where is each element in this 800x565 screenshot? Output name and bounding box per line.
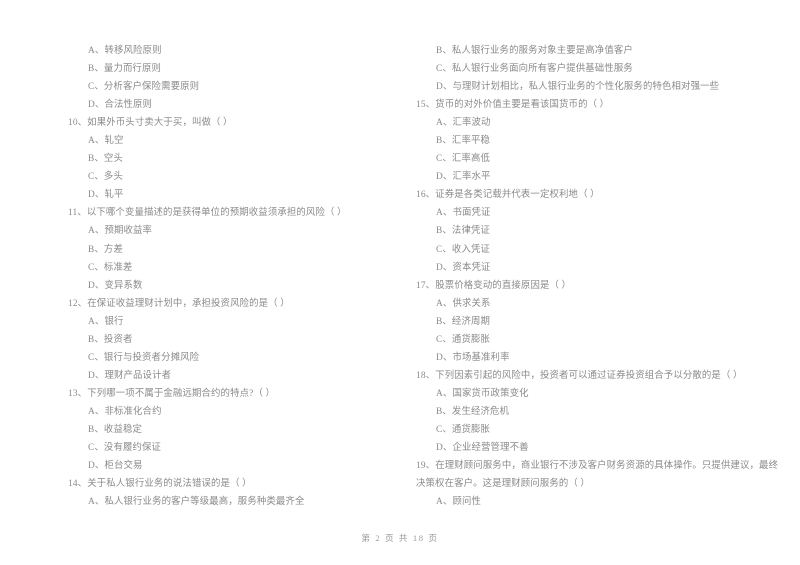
question-stem: 14、关于私人银行业务的说法错误的是（ ） bbox=[68, 479, 252, 490]
answer-option: A、私人银行业务的客户等级最高，服务种类最齐全 bbox=[88, 497, 305, 508]
answer-option: A、国家货币政策变化 bbox=[436, 388, 529, 399]
answer-option: B、投资者 bbox=[88, 334, 133, 345]
answer-option: D、轧平 bbox=[88, 190, 124, 201]
answer-option: B、经济周期 bbox=[436, 316, 491, 327]
question-stem: 16、证券是各类记载并代表一定权利地（ ） bbox=[416, 190, 600, 201]
answer-option: B、空头 bbox=[88, 154, 123, 165]
answer-option: D、柜台交易 bbox=[88, 461, 143, 472]
answer-option: D、变异系数 bbox=[88, 280, 143, 291]
answer-option: D、企业经营管理不善 bbox=[436, 443, 529, 454]
answer-option: C、银行与投资者分摊风险 bbox=[88, 352, 200, 363]
question-stem: 17、股票价格变动的直接原因是（ ） bbox=[416, 280, 572, 291]
answer-option: C、分析客户保险需要原则 bbox=[88, 82, 200, 93]
answer-option: D、资本凭证 bbox=[436, 262, 491, 273]
answer-option: A、预期收益率 bbox=[88, 226, 153, 237]
answer-option: C、汇率高低 bbox=[436, 154, 491, 165]
answer-option: B、收益稳定 bbox=[88, 424, 143, 435]
two-column-body: A、转移风险原则 B、量力而行原则 C、分析客户保险需要原则 D、合法性原则 10、如果… bbox=[0, 42, 800, 522]
answer-option: D、汇率水平 bbox=[436, 172, 491, 183]
answer-option: D、理财产品设计者 bbox=[88, 370, 172, 381]
answer-option: A、汇率波动 bbox=[436, 118, 491, 129]
answer-option: A、轧空 bbox=[88, 136, 124, 147]
answer-option: B、量力而行原则 bbox=[88, 64, 162, 75]
answer-option: D、合法性原则 bbox=[88, 100, 153, 111]
question-stem: 13、下列哪一项不属于金融远期合约的特点?（ ） bbox=[68, 388, 275, 399]
question-stem: 10、如果外币头寸卖大于买，叫做（ ） bbox=[68, 118, 233, 129]
answer-option: A、顾问性 bbox=[436, 497, 482, 508]
answer-option: B、私人银行业务的服务对象主要是高净值客户 bbox=[436, 46, 633, 56]
question-stem: 19、在理财顾问服务中，商业银行不涉及客户财务资源的具体操作。只提供建议，最终决… bbox=[416, 461, 779, 490]
answer-option: B、方差 bbox=[88, 244, 123, 255]
answer-option: C、收入凭证 bbox=[436, 244, 491, 255]
answer-option: C、通货膨胀 bbox=[436, 424, 491, 435]
answer-option: A、转移风险原则 bbox=[88, 46, 162, 56]
answer-option: B、发生经济危机 bbox=[436, 406, 510, 417]
question-stem: 18、下列因素引起的风险中，投资者可以通过证券投资组合予以分散的是（ ） bbox=[416, 370, 743, 381]
answer-option: A、供求关系 bbox=[436, 298, 491, 309]
question-stem: 12、在保证收益理财计划中，承担投资风险的是（ ） bbox=[68, 298, 290, 309]
question-stem: 11、以下哪个变量描述的是获得单位的预期收益须承担的风险（ ） bbox=[68, 208, 347, 219]
question-stem: 15、货币的对外价值主要是看该国货币的（ ） bbox=[416, 100, 610, 111]
answer-option: A、银行 bbox=[88, 316, 124, 327]
answer-option: B、法律凭证 bbox=[436, 226, 491, 237]
answer-option: D、与理财计划相比，私人银行业务的个性化服务的特色相对强一些 bbox=[436, 82, 720, 93]
right-column: B、私人银行业务的服务对象主要是高净值客户 C、私人银行业务面向所有客户提供基础性… bbox=[400, 42, 800, 511]
answer-option: C、标准差 bbox=[88, 262, 133, 273]
answer-option: A、非标准化合约 bbox=[88, 406, 162, 417]
answer-option: C、私人银行业务面向所有客户提供基础性服务 bbox=[436, 64, 633, 75]
answer-option: C、多头 bbox=[88, 172, 123, 183]
answer-option: C、通货膨胀 bbox=[436, 334, 491, 345]
answer-option: D、市场基准利率 bbox=[436, 352, 510, 363]
left-column: A、转移风险原则 B、量力而行原则 C、分析客户保险需要原则 D、合法性原则 10、如果… bbox=[0, 42, 400, 511]
answer-option: B、汇率平稳 bbox=[436, 136, 491, 147]
answer-option: C、没有履约保证 bbox=[88, 443, 162, 454]
page-footer: 第 2 页 共 18 页 bbox=[361, 533, 439, 543]
answer-option: A、书面凭证 bbox=[436, 208, 491, 219]
exam-page: A、转移风险原则 B、量力而行原则 C、分析客户保险需要原则 D、合法性原则 10、如果… bbox=[0, 0, 800, 565]
